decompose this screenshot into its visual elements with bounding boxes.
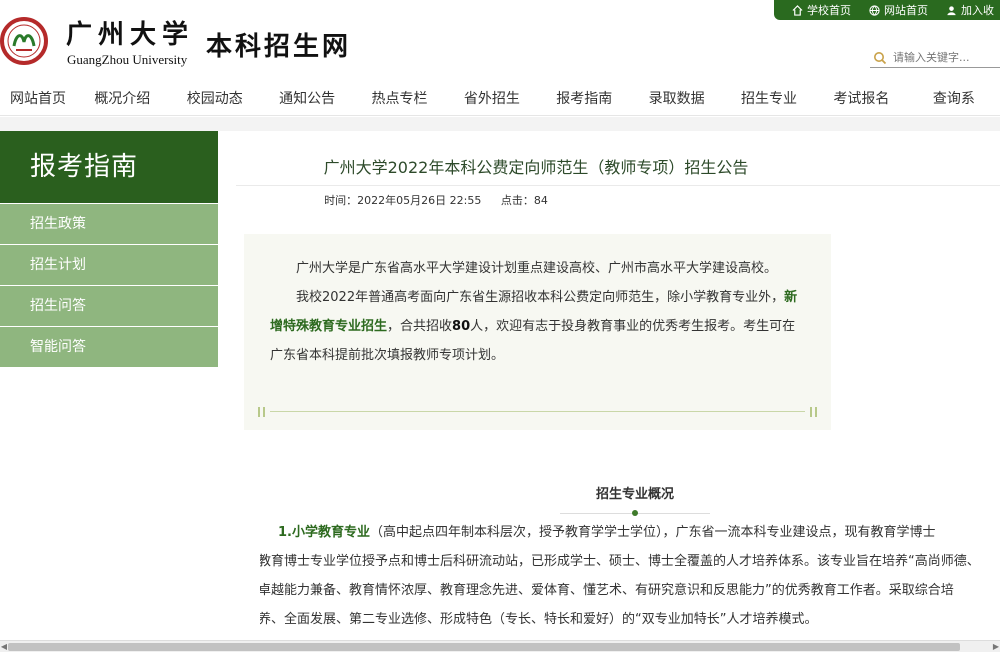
nav-divider bbox=[0, 117, 1000, 131]
university-en-name: GuangZhou University bbox=[67, 52, 188, 67]
nav-item-query-system[interactable]: 查询系 bbox=[908, 82, 1000, 116]
nav-item-home[interactable]: 网站首页 bbox=[0, 82, 76, 116]
search-icon[interactable] bbox=[873, 51, 887, 65]
article-title-bar: 广州大学2022年本科公费定向师范生（教师专项）招生公告 bbox=[236, 150, 1000, 186]
intro-decoration bbox=[258, 407, 817, 417]
horizontal-scrollbar[interactable]: ◀ ▶ bbox=[0, 640, 1000, 652]
school-home-link[interactable]: 学校首页 bbox=[792, 2, 851, 18]
body-line-3: 卓越能力兼备、教育情怀浓厚、教育理念先进、爱体育、懂艺术、有研究意识和反思能力”… bbox=[260, 583, 954, 598]
article-views: 点击：84 bbox=[500, 194, 548, 207]
section-heading-underline bbox=[560, 508, 710, 518]
user-icon bbox=[947, 5, 956, 15]
nav-item-admission-data[interactable]: 录取数据 bbox=[630, 82, 722, 116]
site-name: 本科招生网 bbox=[206, 32, 352, 62]
intro-paragraph-1: 广州大学是广东省高水平大学建设计划重点建设高校、广州市高水平大学建设高校。 bbox=[296, 261, 778, 276]
globe-icon bbox=[869, 4, 880, 16]
scroll-right-arrow-icon[interactable]: ▶ bbox=[992, 642, 1000, 652]
intro-p2-text-a: 我校2022年普通高考面向广东省生源招收本科公费定向师范生，除小学教育专业外， bbox=[296, 290, 785, 305]
university-logo[interactable] bbox=[0, 12, 50, 70]
nav-item-campus-news[interactable]: 校园动态 bbox=[169, 82, 261, 116]
article-title: 广州大学2022年本科公费定向师范生（教师专项）招生公告 bbox=[323, 158, 749, 177]
body-line-4: 养、全面发展、第二专业选修、形成特色（专长、特长和爱好）的“双专业加特长”人才培… bbox=[260, 612, 818, 627]
intro-box: 广州大学是广东省高水平大学建设计划重点建设高校、广州市高水平大学建设高校。 我校… bbox=[244, 234, 831, 430]
sidebar-item-smart-qa[interactable]: 智能问答 bbox=[0, 327, 218, 367]
search-input[interactable] bbox=[893, 51, 993, 64]
site-header: 广州大学 GuangZhou University 本科招生网 学校首页 网站首… bbox=[0, 0, 1000, 82]
add-favorite-link[interactable]: 加入收 bbox=[946, 2, 994, 18]
school-home-label: 学校首页 bbox=[807, 4, 851, 17]
sidebar-item-plan[interactable]: 招生计划 bbox=[0, 245, 218, 285]
section-heading: 招生专业概况 bbox=[560, 483, 710, 518]
article-body: 1.小学教育专业（高中起点四年制本科层次，授予教育学学士学位），广东省一流本科专… bbox=[260, 518, 1000, 640]
top-links-bar: 学校首页 网站首页 加入收 bbox=[774, 0, 1000, 20]
article-meta: 时间：2022年05月26日 22:55 点击：84 bbox=[36, 192, 836, 208]
site-home-label: 网站首页 bbox=[884, 4, 928, 17]
intro-highlight-count: 80 bbox=[452, 319, 471, 334]
scroll-left-arrow-icon[interactable]: ◀ bbox=[0, 642, 8, 652]
article-time: 时间：2022年05月26日 22:55 bbox=[324, 194, 482, 207]
nav-item-exam-registration[interactable]: 考试报名 bbox=[815, 82, 907, 116]
nav-item-application-guide[interactable]: 报考指南 bbox=[538, 82, 630, 116]
intro-p2-text-c: ，合共招收 bbox=[387, 319, 453, 334]
nav-item-hot-topics[interactable]: 热点专栏 bbox=[353, 82, 445, 116]
search-box bbox=[870, 48, 1000, 68]
body-major-title: 1.小学教育专业 bbox=[278, 525, 370, 540]
intro-paragraph-2: 我校2022年普通高考面向广东省生源招收本科公费定向师范生，除小学教育专业外，新… bbox=[270, 283, 803, 370]
sidebar-item-policy[interactable]: 招生政策 bbox=[0, 204, 218, 244]
nav-item-notices[interactable]: 通知公告 bbox=[261, 82, 353, 116]
main-nav: 网站首页 概况介绍 校园动态 通知公告 热点专栏 省外招生 报考指南 录取数据 … bbox=[0, 82, 1000, 116]
sidebar-item-qa[interactable]: 招生问答 bbox=[0, 286, 218, 326]
scrollbar-thumb[interactable] bbox=[8, 643, 960, 651]
body-line-1-text: （高中起点四年制本科层次，授予教育学学士学位），广东省一流本科专业建设点，现有教… bbox=[369, 525, 936, 540]
add-favorite-label: 加入收 bbox=[961, 4, 994, 17]
section-heading-text: 招生专业概况 bbox=[595, 487, 674, 502]
body-line-2: 教育博士专业学位授予点和博士后科研流动站，已形成学士、硕士、博士全覆盖的人才培养… bbox=[260, 554, 980, 569]
university-cn-name: 广州大学 bbox=[66, 20, 195, 50]
nav-item-majors[interactable]: 招生专业 bbox=[723, 82, 815, 116]
body-line-1: 1.小学教育专业（高中起点四年制本科层次，授予教育学学士学位），广东省一流本科专… bbox=[260, 518, 1000, 547]
nav-item-overview[interactable]: 概况介绍 bbox=[76, 82, 168, 116]
nav-item-out-of-province[interactable]: 省外招生 bbox=[446, 82, 538, 116]
site-home-link[interactable]: 网站首页 bbox=[869, 2, 928, 18]
home-icon bbox=[792, 4, 803, 16]
